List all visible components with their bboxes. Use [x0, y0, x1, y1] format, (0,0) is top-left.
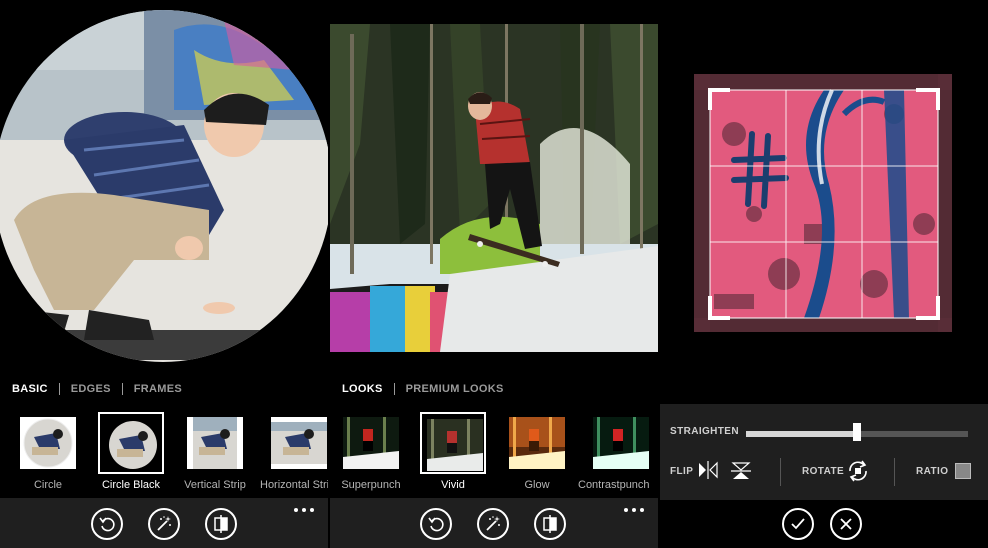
ratio-icon[interactable]: [955, 463, 971, 479]
straighten-slider-thumb[interactable]: [853, 423, 861, 441]
thumbnail-image: [187, 417, 243, 469]
flip-vertical-icon[interactable]: [731, 461, 751, 481]
thumbnail-frame-selected: [420, 412, 486, 474]
thumbnail-frame: [504, 412, 570, 474]
looks-thumbnail-strip: Superpunch Vivid Glow Contrastpunch: [330, 412, 658, 494]
thumbnail-label: Glow: [524, 479, 550, 491]
thumbnail-frame: [15, 412, 81, 474]
straighten-slider-fill: [746, 431, 857, 437]
tab-divider: [58, 383, 60, 395]
undo-icon: [99, 517, 115, 532]
border-thumbnail-strip: Circle Circle Black Vertical Strip Horiz…: [0, 412, 328, 494]
thumbnail-image: [105, 419, 161, 471]
thumbnail-image: [271, 417, 327, 469]
flip-label: FLIP: [670, 466, 694, 477]
tab-looks[interactable]: LOOKS: [342, 383, 383, 395]
tab-premium-looks[interactable]: PREMIUM LOOKS: [406, 383, 504, 395]
tab-divider: [393, 383, 395, 395]
rotate-icon[interactable]: [846, 459, 870, 483]
thumbnail-label: Vertical Strip: [184, 479, 246, 491]
compare-icon: [214, 515, 228, 533]
tab-edges[interactable]: EDGES: [71, 383, 111, 395]
rotate-label: ROTATE: [802, 466, 845, 477]
close-icon: [840, 518, 852, 530]
looks-category-tabs: LOOKS PREMIUM LOOKS: [342, 382, 504, 396]
magic-wand-icon: [486, 516, 500, 531]
ratio-label: RATIO: [916, 466, 949, 477]
thumbnail-frame-selected: [98, 412, 164, 474]
editor-panel-crop: STRAIGHTEN FLIP ROTATE RATIO: [660, 0, 988, 548]
undo-button[interactable]: [420, 508, 452, 540]
thumbnail-frame: [266, 412, 328, 474]
cancel-button[interactable]: [830, 508, 862, 540]
graffiti-photo: [694, 74, 952, 332]
confirm-button[interactable]: [782, 508, 814, 540]
tool-divider: [894, 458, 895, 486]
thumbnail-image: [427, 419, 483, 471]
border-category-tabs: BASIC EDGES FRAMES: [12, 382, 182, 396]
thumbnail-frame: [338, 412, 404, 474]
crop-tools-panel: STRAIGHTEN FLIP ROTATE RATIO: [660, 404, 988, 500]
more-icon[interactable]: [624, 507, 644, 513]
magic-wand-icon: [157, 516, 171, 531]
photo-circle-preview: [0, 10, 328, 362]
thumbnail-image: [343, 417, 399, 469]
editor-panel-borders: BASIC EDGES FRAMES Circle Circle Black V…: [0, 0, 328, 548]
tab-basic[interactable]: BASIC: [12, 383, 48, 395]
crop-canvas[interactable]: [694, 74, 952, 332]
auto-fix-button[interactable]: [148, 508, 180, 540]
skater-ramp-photo: [330, 24, 658, 352]
straighten-label: STRAIGHTEN: [670, 426, 739, 437]
thumbnail-image: [20, 417, 76, 469]
confirm-bar: [660, 500, 988, 548]
compare-button[interactable]: [205, 508, 237, 540]
compare-icon: [543, 515, 557, 533]
tab-frames[interactable]: FRAMES: [134, 383, 182, 395]
undo-icon: [428, 517, 444, 532]
thumbnail-frame: [182, 412, 248, 474]
thumbnail-image: [593, 417, 649, 469]
check-icon: [791, 518, 805, 530]
auto-fix-button[interactable]: [477, 508, 509, 540]
tab-divider: [121, 383, 123, 395]
thumbnail-label: Horizontal Stri: [260, 479, 328, 491]
tool-divider: [780, 458, 781, 486]
thumbnail-label: Contrastpunch: [578, 479, 650, 491]
thumbnail-frame: [588, 412, 654, 474]
compare-button[interactable]: [534, 508, 566, 540]
thumbnail-image: [509, 417, 565, 469]
undo-button[interactable]: [91, 508, 123, 540]
more-icon[interactable]: [294, 507, 314, 513]
skater-photo: [0, 10, 328, 362]
flip-horizontal-icon[interactable]: [697, 461, 719, 479]
editor-panel-looks: LOOKS PREMIUM LOOKS Superpunch Vivid Glo…: [330, 0, 658, 548]
